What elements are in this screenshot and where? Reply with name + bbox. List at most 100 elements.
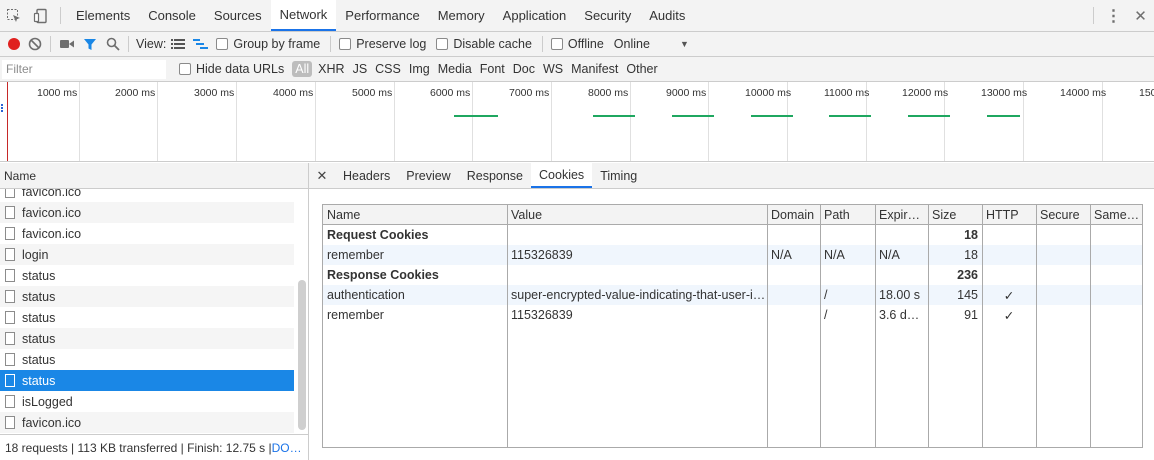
- request-list: favicon.ico favicon.ico favicon.ico login st…: [0, 189, 309, 434]
- file-icon: [5, 227, 15, 240]
- filter-type-media[interactable]: Media: [434, 62, 476, 76]
- list-header[interactable]: Name: [0, 163, 309, 189]
- device-toolbar-icon[interactable]: [27, 0, 54, 31]
- cookie-row[interactable]: remember 115326839 N/A N/A N/A 18: [323, 245, 1142, 265]
- request-row[interactable]: favicon.ico: [0, 412, 294, 433]
- request-row[interactable]: isLogged: [0, 391, 294, 412]
- divider: [1093, 7, 1094, 24]
- tab-security[interactable]: Security: [575, 0, 640, 31]
- large-rows-button[interactable]: [166, 32, 189, 57]
- column-header-same[interactable]: Same…: [1090, 205, 1142, 225]
- checkbox-box: [216, 38, 229, 50]
- scrollbar[interactable]: [298, 280, 306, 430]
- view-label: View:: [136, 37, 167, 51]
- column-header-secure[interactable]: Secure: [1036, 205, 1090, 225]
- tab-sources[interactable]: Sources: [205, 0, 271, 31]
- record-button[interactable]: [0, 32, 23, 57]
- request-row[interactable]: status: [0, 328, 294, 349]
- filter-type-img[interactable]: Img: [405, 62, 434, 76]
- request-row[interactable]: status: [0, 370, 294, 391]
- tab-console[interactable]: Console: [139, 0, 205, 31]
- tab-cookies[interactable]: Cookies: [531, 163, 593, 188]
- request-row[interactable]: status: [0, 307, 294, 328]
- filter-type-font[interactable]: Font: [476, 62, 509, 76]
- search-button[interactable]: [101, 32, 124, 57]
- timeline-request-bar: [829, 115, 871, 117]
- timeline-overview[interactable]: 1000 ms 2000 ms 3000 ms 4000 ms 5000 ms 6000 …: [0, 82, 1154, 162]
- request-name: isLogged: [22, 394, 73, 409]
- column-header-path[interactable]: Path: [820, 205, 875, 225]
- tab-memory[interactable]: Memory: [429, 0, 494, 31]
- filter-type-manifest[interactable]: Manifest: [567, 62, 622, 76]
- file-icon: [5, 374, 15, 387]
- close-devtools-icon[interactable]: ✕: [1127, 0, 1154, 31]
- column-header-size[interactable]: Size: [928, 205, 982, 225]
- cookie-path-cell: N/A: [824, 248, 845, 262]
- close-icon[interactable]: ✕: [309, 163, 335, 188]
- filter-type-css[interactable]: CSS: [371, 62, 405, 76]
- offline-checkbox[interactable]: Offline: [550, 37, 604, 51]
- request-name: favicon.ico: [22, 205, 82, 220]
- throttling-select[interactable]: Online ▼: [614, 37, 689, 51]
- waterfall-icon: [192, 39, 208, 49]
- tab-response[interactable]: Response: [459, 163, 531, 188]
- filter-type-other[interactable]: Other: [622, 62, 661, 76]
- cookie-size-cell: 18: [964, 248, 978, 262]
- tab-audits[interactable]: Audits: [640, 0, 694, 31]
- divider: [541, 36, 543, 52]
- capture-screenshots-button[interactable]: [55, 32, 78, 57]
- dom-content-loaded-link[interactable]: DO…: [272, 441, 302, 455]
- cookie-size-cell: 236: [957, 268, 978, 282]
- cookie-http-cell: ✓: [1003, 288, 1015, 303]
- more-options-icon[interactable]: ⋮: [1100, 0, 1127, 31]
- cookies-panel: Name Value Domain Path Expir… Size HTTP Secure S…: [309, 189, 1154, 460]
- cookie-row[interactable]: authentication super-encrypted-value-indi…: [323, 285, 1142, 305]
- waterfall-view-button[interactable]: [189, 32, 212, 57]
- disable-cache-checkbox[interactable]: Disable cache: [436, 37, 532, 51]
- request-row[interactable]: favicon.ico: [0, 202, 294, 223]
- filter-type-xhr[interactable]: XHR: [314, 62, 348, 76]
- column-header-expir[interactable]: Expir…: [875, 205, 928, 225]
- filter-type-js[interactable]: JS: [349, 62, 372, 76]
- column-header-domain[interactable]: Domain: [767, 205, 820, 225]
- tab-elements[interactable]: Elements: [67, 0, 139, 31]
- request-row[interactable]: favicon.ico: [0, 223, 294, 244]
- hide-data-urls-checkbox[interactable]: Hide data URLs: [179, 62, 284, 76]
- cookie-name-cell: Request Cookies: [327, 228, 429, 242]
- file-icon: [5, 353, 15, 366]
- request-row[interactable]: status: [0, 286, 294, 307]
- request-row[interactable]: favicon.ico: [0, 189, 294, 202]
- tab-preview[interactable]: Preview: [398, 163, 458, 188]
- tab-network[interactable]: Network: [270, 0, 337, 31]
- timeline-tick-label: 1000 ms: [37, 87, 78, 99]
- video-camera-icon: [59, 40, 74, 48]
- clear-button[interactable]: [23, 32, 46, 57]
- timeline-gridline: [315, 82, 316, 161]
- request-row[interactable]: status: [0, 265, 294, 286]
- tab-timing[interactable]: Timing: [592, 163, 645, 188]
- column-divider: [928, 205, 929, 448]
- filter-type-ws[interactable]: WS: [539, 62, 567, 76]
- cookie-row[interactable]: remember 115326839 / 3.6 d… 91 ✓: [323, 305, 1142, 325]
- tab-application[interactable]: Application: [494, 0, 576, 31]
- preserve-log-checkbox[interactable]: Preserve log: [339, 37, 426, 51]
- divider: [60, 7, 61, 24]
- tab-performance[interactable]: Performance: [336, 0, 428, 31]
- group-by-frame-checkbox[interactable]: Group by frame: [216, 37, 320, 51]
- timeline-request-bar: [751, 115, 793, 117]
- column-header-http[interactable]: HTTP: [982, 205, 1036, 225]
- filter-type-doc[interactable]: Doc: [509, 62, 539, 76]
- column-header-value[interactable]: Value: [507, 205, 767, 225]
- request-name: status: [22, 331, 56, 346]
- filter-input[interactable]: [2, 59, 166, 79]
- request-row[interactable]: login: [0, 244, 294, 265]
- cookie-section-row: Request Cookies 18: [323, 225, 1142, 245]
- column-header-name[interactable]: Name: [323, 205, 507, 225]
- record-icon: [8, 38, 20, 50]
- request-row[interactable]: status: [0, 349, 294, 370]
- filter-toggle-button[interactable]: [78, 32, 101, 57]
- timeline-tick-label: 13000 ms: [981, 87, 1028, 99]
- tab-headers[interactable]: Headers: [335, 163, 398, 188]
- inspect-element-icon[interactable]: [0, 0, 27, 31]
- filter-type-all[interactable]: All: [292, 61, 313, 77]
